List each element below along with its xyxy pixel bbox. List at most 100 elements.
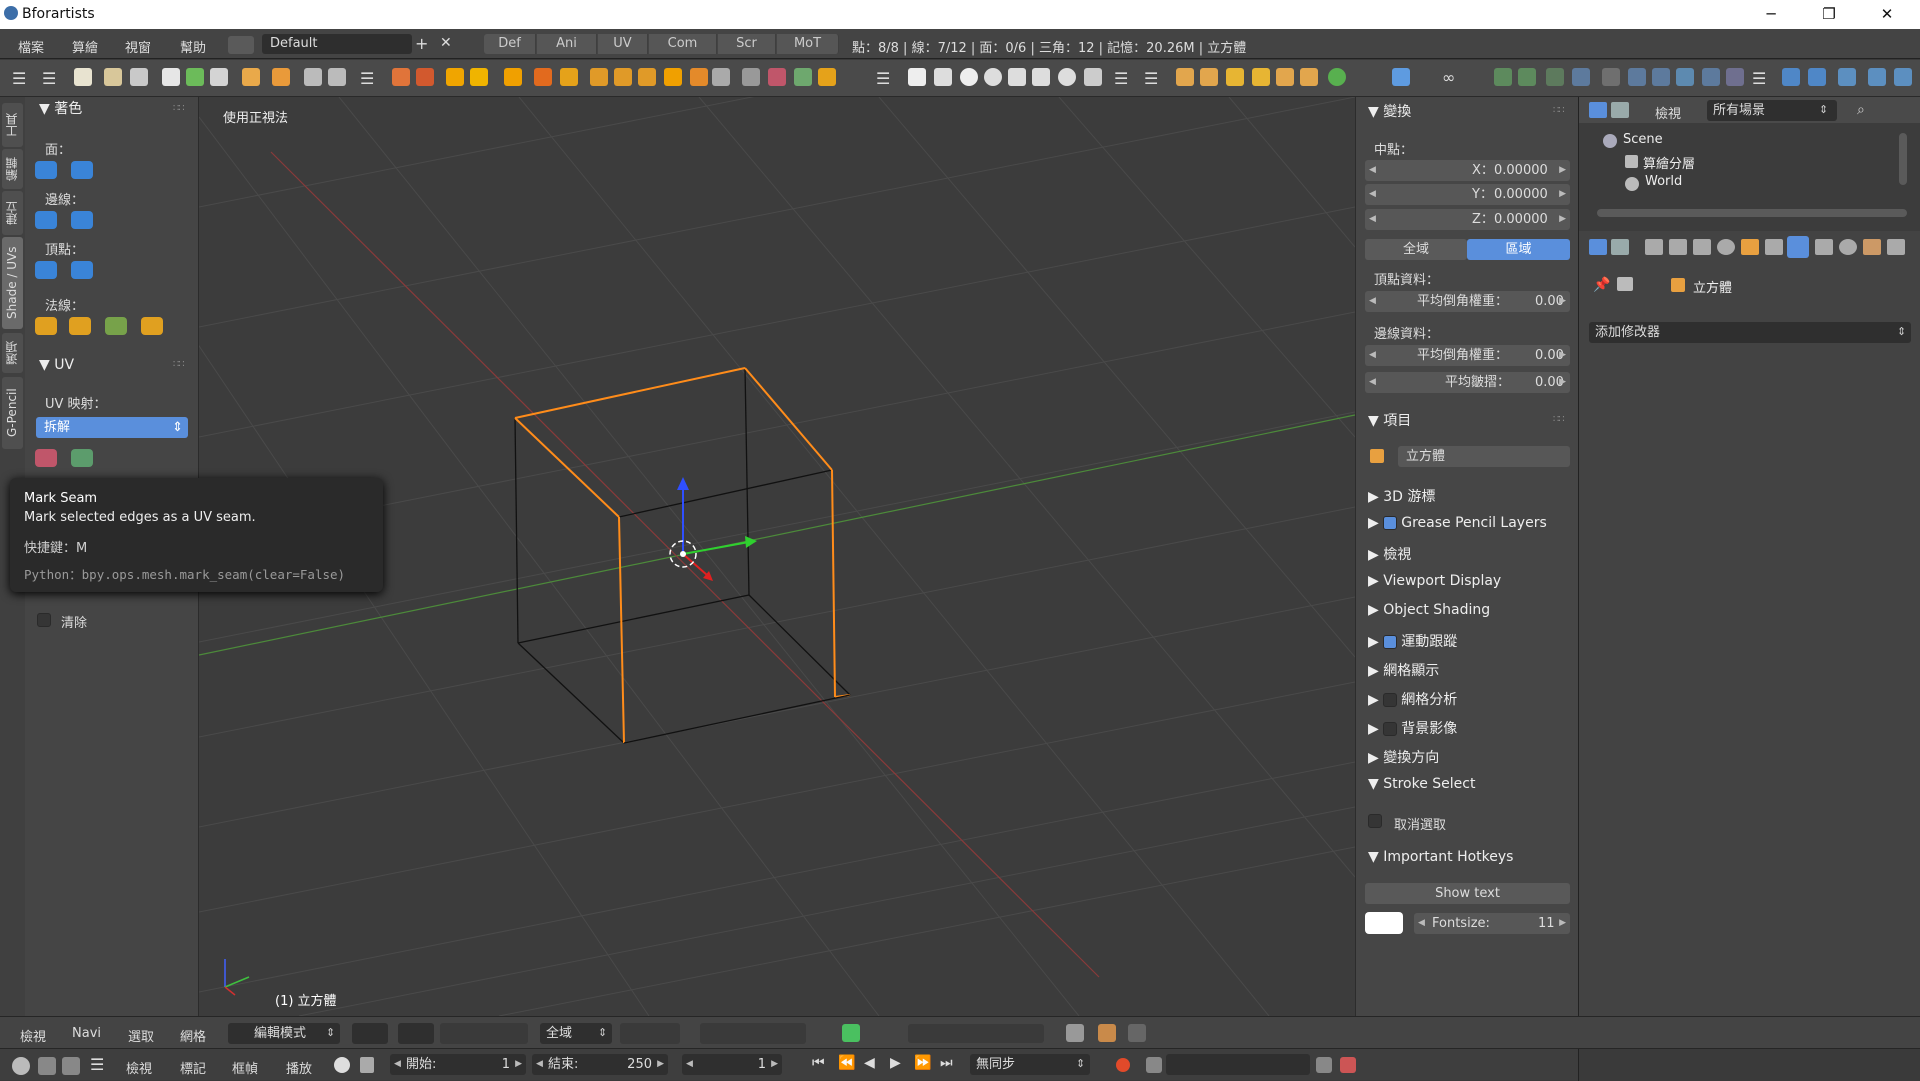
menu-toggle-icon[interactable]: ☰ [42, 69, 56, 88]
tool-f-icon[interactable] [1628, 68, 1646, 86]
shading-panel-header[interactable]: ▼ 著色 [39, 97, 82, 121]
normal-tools-icon[interactable] [141, 317, 163, 335]
properties-editor-icon[interactable] [1589, 239, 1607, 255]
tool-g-icon[interactable] [1652, 68, 1670, 86]
screw-icon[interactable] [638, 68, 656, 86]
bottom-menu-navi[interactable]: Navi [72, 1026, 101, 1041]
show-text-button[interactable]: Show text [1365, 883, 1570, 904]
ico-sphere-icon[interactable] [984, 68, 1002, 86]
scene-tab-icon[interactable] [1693, 239, 1711, 255]
play-icon[interactable]: ▶ [890, 1055, 901, 1071]
y-field[interactable]: ◀ Y： 0.00000 ▶ [1365, 184, 1570, 205]
tab-scr[interactable]: Scr [718, 34, 776, 54]
view-right-icon[interactable] [1252, 68, 1270, 86]
spin-icon[interactable] [614, 68, 632, 86]
manipulator-group[interactable] [440, 1023, 528, 1044]
bottom-menu-view[interactable]: 檢視 [20, 1026, 46, 1045]
tab-def[interactable]: Def [484, 34, 536, 54]
cube-wire-icon[interactable] [712, 68, 730, 86]
mesh-analysis-checkbox[interactable] [1383, 693, 1398, 707]
jump-keyframe-back-icon[interactable]: ⏪ [838, 1055, 855, 1071]
timeline-menu-playback[interactable]: 播放 [286, 1058, 312, 1077]
text-color-swatch[interactable] [1365, 912, 1403, 934]
edge-bevel-field[interactable]: ◀ 平均倒角權重： 0.00 ▶ [1365, 345, 1570, 366]
layout-name-field[interactable]: Default [262, 34, 412, 54]
play-reverse-icon[interactable]: ◀ [864, 1055, 875, 1071]
flip-normals-icon[interactable] [105, 317, 127, 335]
append-icon[interactable] [272, 68, 290, 86]
modifiers-tab-icon[interactable] [1787, 236, 1809, 258]
jump-keyframe-forward-icon[interactable]: ⏩ [914, 1055, 931, 1071]
hamburger-icon[interactable]: ☰ [12, 69, 26, 88]
pivot-dropdown[interactable] [398, 1023, 434, 1044]
menu-file[interactable]: 檔案 [18, 37, 44, 56]
section-grease-pencil[interactable]: ▶ Grease Pencil Layers [1368, 515, 1547, 531]
jump-start-icon[interactable]: ⏮ [812, 1055, 825, 1071]
redo-icon[interactable] [1808, 68, 1826, 86]
material-tab-icon[interactable] [1839, 239, 1857, 255]
outliner-search-icon[interactable]: ⌕ [1857, 102, 1865, 118]
face-smooth-icon[interactable] [35, 161, 57, 179]
undo-icon[interactable] [1782, 68, 1800, 86]
bottom-menu-mesh[interactable]: 網格 [180, 1026, 206, 1045]
tool-d-icon[interactable] [1572, 68, 1590, 86]
tab-shade-uvs[interactable]: Shade / UVs [2, 237, 23, 329]
overlay-icon[interactable] [1128, 1024, 1146, 1042]
view-back-icon[interactable] [1200, 68, 1218, 86]
tab-ani[interactable]: Ani [537, 34, 597, 54]
clear-checkbox[interactable] [37, 613, 51, 627]
render-tab-icon[interactable] [1645, 239, 1663, 255]
link-chain-icon[interactable]: ∞ [1442, 68, 1455, 87]
snap-toggle-icon[interactable] [842, 1024, 860, 1042]
object-name-field[interactable]: 立方體 [1398, 446, 1570, 467]
data-tab-icon[interactable] [1815, 239, 1833, 255]
render-animation-icon[interactable] [328, 68, 346, 86]
tab-uv[interactable]: UV [598, 34, 648, 54]
pin-icon[interactable]: 📌 [1593, 277, 1610, 293]
close-icon[interactable]: ✕ [1864, 0, 1910, 29]
edge-smooth-icon[interactable] [35, 211, 57, 229]
outliner-editor-icon[interactable] [1589, 102, 1607, 118]
delete-layout-icon[interactable]: ✕ [440, 35, 452, 51]
render-layers-tab-icon[interactable] [1669, 239, 1687, 255]
transform-grip-icon[interactable]: ∷∷ [1553, 105, 1565, 116]
viewport-shading-dropdown[interactable] [352, 1023, 388, 1044]
mesh-tool-icon[interactable] [392, 68, 410, 86]
tree-render-layers[interactable]: 算繪分層 [1643, 153, 1695, 172]
face-flat-icon[interactable] [71, 161, 93, 179]
mirror-icon[interactable] [742, 68, 760, 86]
transform-panel-header[interactable]: ▼ 變換 [1368, 101, 1411, 121]
drag-grip-uv-icon[interactable]: ∷∷ [173, 359, 185, 370]
open-folder-icon[interactable] [104, 68, 122, 86]
clear-seam-icon[interactable] [71, 449, 93, 467]
tool-i-icon[interactable] [1702, 68, 1720, 86]
local-toggle[interactable]: 區域 [1467, 239, 1570, 260]
moon-icon[interactable] [818, 68, 836, 86]
timeline-menu-frame[interactable]: 框幀 [232, 1058, 258, 1077]
menu-help[interactable]: 幫助 [180, 37, 206, 56]
view-left-icon[interactable] [1226, 68, 1244, 86]
torus-icon[interactable] [1058, 68, 1076, 86]
cone-icon[interactable] [1032, 68, 1050, 86]
x-field[interactable]: ◀ X： 0.00000 ▶ [1365, 160, 1570, 181]
view-top-icon[interactable] [1276, 68, 1294, 86]
screenshot-icon[interactable] [1098, 1024, 1116, 1042]
section-object-shading[interactable]: ▶ Object Shading [1368, 602, 1490, 618]
start-frame-field[interactable]: ◀ 開始: 1 ▶ [390, 1054, 526, 1075]
tab-com[interactable]: Com [649, 34, 717, 54]
drag-grip-icon[interactable]: ∷∷ [173, 103, 185, 114]
section-3d-cursor[interactable]: ▶ 3D 游標 [1368, 486, 1435, 506]
layer-buttons[interactable] [908, 1024, 1044, 1043]
section-motion-tracking[interactable]: ▶ 運動跟蹤 [1368, 631, 1457, 651]
vertex-sharp-icon[interactable] [71, 261, 93, 279]
crease-field[interactable]: ◀ 平均皺摺： 0.00 ▶ [1365, 372, 1570, 393]
timeline-menu-view[interactable]: 檢視 [126, 1058, 152, 1077]
fontsize-field[interactable]: ◀ Fontsize: 11 ▶ [1414, 913, 1570, 934]
transform-gizmo[interactable] [669, 477, 757, 581]
mean-bevel-field[interactable]: ◀ 平均倒角權重： 0.00 ▶ [1365, 291, 1570, 312]
section-transform-orientations[interactable]: ▶ 變換方向 [1368, 747, 1439, 767]
view-bottom-icon[interactable] [1300, 68, 1318, 86]
tree-scene[interactable]: Scene [1623, 132, 1663, 147]
end-frame-field[interactable]: ◀ 結束: 250 ▶ [532, 1054, 668, 1075]
plane-icon[interactable] [908, 68, 926, 86]
